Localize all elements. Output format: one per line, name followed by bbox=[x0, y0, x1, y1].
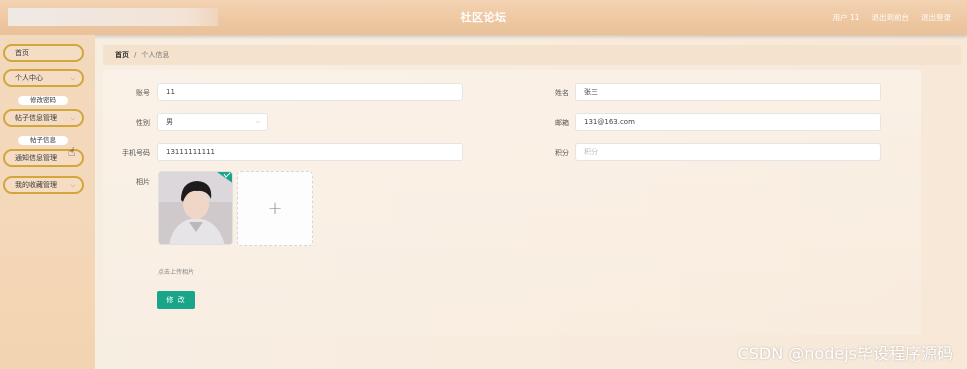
breadcrumb-home[interactable]: 首页 bbox=[115, 50, 129, 60]
gender-value: 男 bbox=[166, 118, 173, 126]
name-field[interactable]: 张三 bbox=[575, 83, 881, 101]
app-title: 社区论坛 bbox=[460, 11, 507, 24]
name-label: 姓名 bbox=[555, 89, 569, 97]
submit-button[interactable]: 修 改 bbox=[157, 291, 195, 309]
sidebar-item-label: 个人中心 bbox=[15, 74, 43, 82]
sidebar-item-label: 我的收藏管理 bbox=[15, 181, 57, 189]
sidebar-subitem-post-info[interactable]: 帖子信息 bbox=[18, 136, 68, 145]
top-header: 社区论坛 用户 11 退出到前台 退出登录 bbox=[0, 0, 967, 35]
plus-icon: + bbox=[267, 198, 283, 219]
account-field[interactable]: 11 bbox=[157, 83, 463, 101]
chevron-down-icon: ⌵ bbox=[255, 118, 260, 125]
sidebar-item-label: 首页 bbox=[15, 49, 29, 57]
breadcrumb-separator: / bbox=[134, 51, 137, 59]
breadcrumb: 首页 / 个人信息 bbox=[103, 45, 961, 65]
sidebar-item-label: 通知信息管理 bbox=[15, 154, 57, 162]
avatar-image-icon bbox=[159, 172, 232, 244]
mouse-pointer-icon: ☝ bbox=[68, 145, 76, 159]
csdn-watermark: CSDN @nodejs毕设程序源码 bbox=[737, 344, 953, 363]
points-label: 积分 bbox=[555, 149, 569, 157]
chevron-down-icon: ⌵ bbox=[70, 75, 75, 82]
sidebar-subitem-change-password[interactable]: 修改密码 bbox=[18, 96, 68, 105]
sidebar-item-post-management[interactable]: 帖子信息管理 ⌵ bbox=[3, 109, 84, 127]
email-label: 邮箱 bbox=[555, 119, 569, 127]
sidebar-item-favorites-management[interactable]: 我的收藏管理 ⌵ bbox=[3, 176, 84, 194]
phone-label: 手机号码 bbox=[122, 149, 150, 157]
sidebar: 首页 个人中心 ⌵ 修改密码 帖子信息管理 ⌵ 帖子信息 通知信息管理 我的收藏… bbox=[0, 35, 95, 369]
photo-label: 相片 bbox=[136, 178, 150, 186]
points-field[interactable]: 积分 bbox=[575, 143, 881, 161]
chevron-down-icon: ⌵ bbox=[70, 182, 75, 189]
breadcrumb-current: 个人信息 bbox=[141, 51, 170, 59]
logout-link[interactable]: 退出登录 bbox=[921, 12, 951, 23]
go-frontend-link[interactable]: 退出到前台 bbox=[872, 12, 910, 23]
gender-label: 性别 bbox=[136, 119, 150, 127]
account-label: 账号 bbox=[136, 89, 150, 97]
email-field[interactable]: 131@163.com bbox=[575, 113, 881, 131]
phone-field[interactable]: 13111111111 bbox=[157, 143, 463, 161]
upload-tip: 点击上传相片 bbox=[158, 269, 195, 276]
sidebar-item-personal-center[interactable]: 个人中心 ⌵ bbox=[3, 69, 84, 87]
header-links: 用户 11 退出到前台 退出登录 bbox=[833, 12, 951, 23]
chevron-down-icon: ⌵ bbox=[70, 115, 75, 122]
sidebar-item-label: 帖子信息管理 bbox=[15, 114, 57, 122]
upload-photo-button[interactable]: + bbox=[237, 171, 313, 246]
sidebar-item-home[interactable]: 首页 bbox=[3, 44, 84, 62]
avatar-photo[interactable] bbox=[158, 171, 233, 245]
user-link[interactable]: 用户 11 bbox=[833, 12, 860, 23]
gender-select[interactable]: 男 ⌵ bbox=[157, 113, 268, 131]
